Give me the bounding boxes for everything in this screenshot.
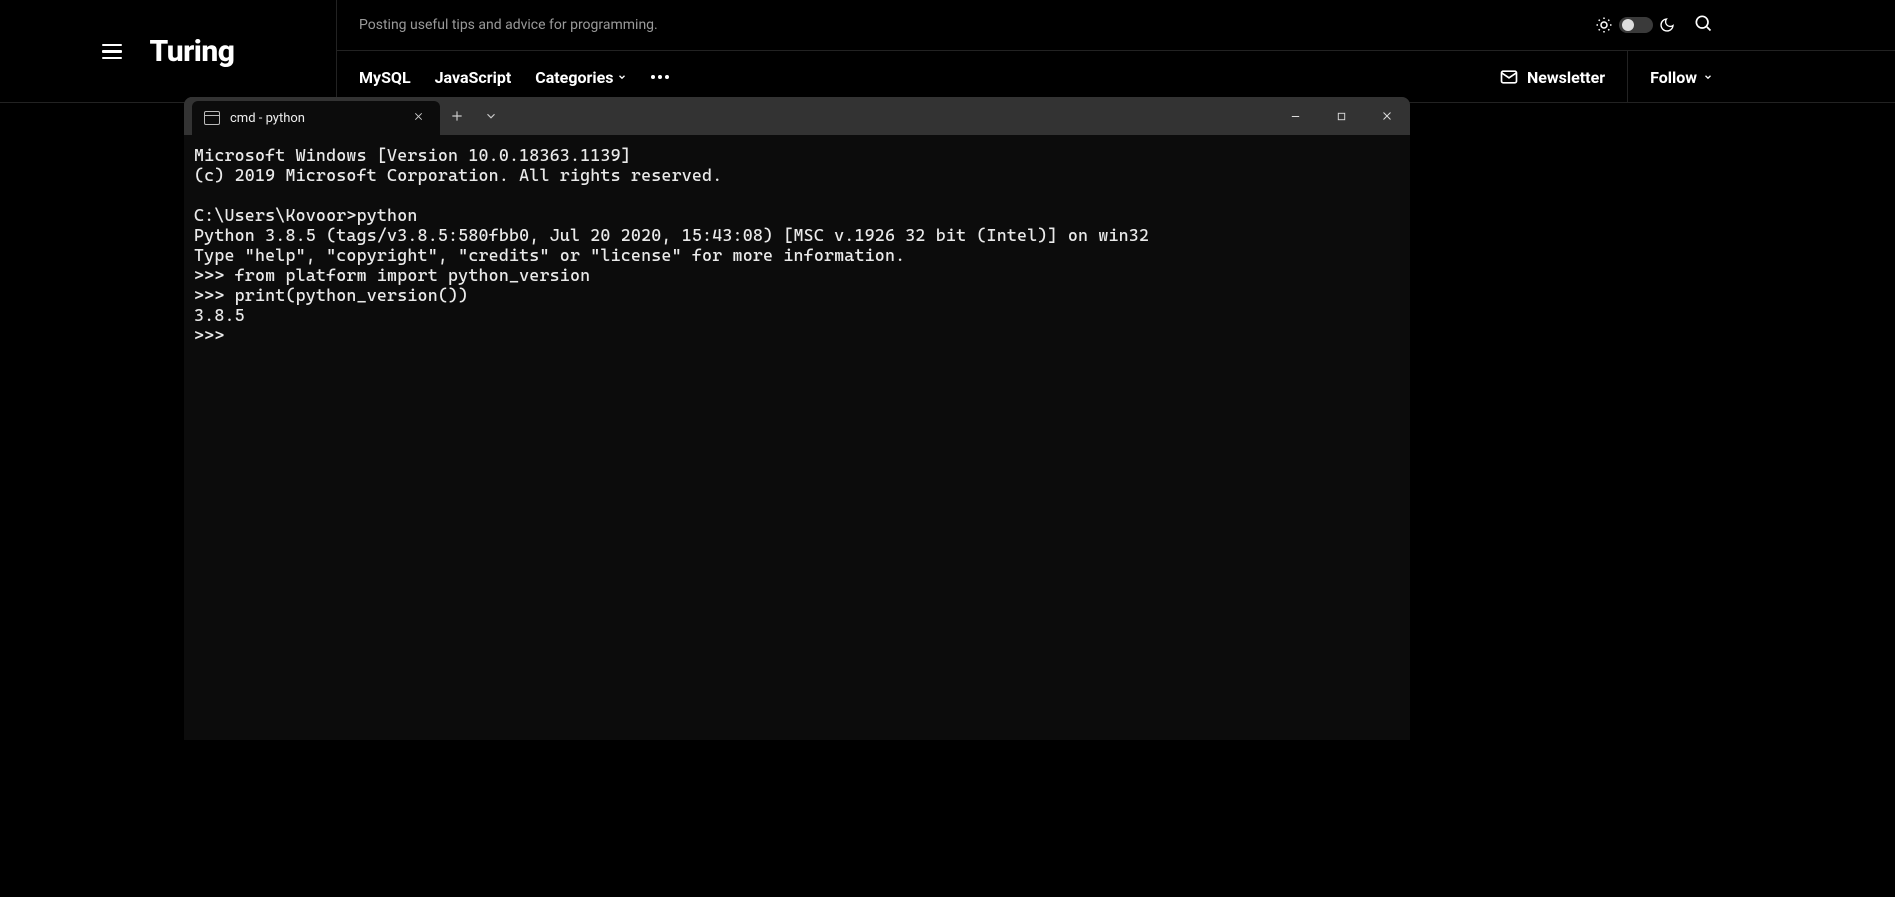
tab-dropdown-button[interactable]: [474, 97, 508, 135]
maximize-button[interactable]: [1318, 97, 1364, 135]
terminal-titlebar: cmd - python: [184, 97, 1410, 135]
follow-button[interactable]: Follow: [1628, 68, 1713, 87]
nav-item-mysql[interactable]: MySQL: [359, 68, 411, 87]
menu-icon[interactable]: [102, 44, 122, 60]
follow-label: Follow: [1650, 68, 1697, 87]
minimize-icon: [1290, 111, 1301, 122]
search-icon: [1693, 13, 1713, 33]
nav-item-categories[interactable]: Categories: [535, 68, 627, 87]
newsletter-button[interactable]: Newsletter: [1499, 51, 1628, 103]
chevron-down-icon: [1703, 72, 1713, 82]
nav-more-button[interactable]: [651, 75, 669, 79]
maximize-icon: [1336, 111, 1347, 122]
cmd-icon: [204, 111, 220, 125]
newsletter-label: Newsletter: [1527, 68, 1605, 87]
moon-icon: [1659, 17, 1675, 33]
nav-right: Newsletter Follow: [1499, 51, 1873, 103]
close-icon: [413, 111, 424, 122]
toggle-thumb: [1622, 19, 1634, 31]
terminal-window: cmd - python Microsoft Windows [: [184, 97, 1410, 740]
site-header-left: Turing: [0, 0, 337, 103]
mail-icon: [1499, 67, 1519, 87]
terminal-body[interactable]: Microsoft Windows [Version 10.0.18363.11…: [184, 135, 1410, 740]
site-logo[interactable]: Turing: [150, 34, 235, 69]
toggle-track[interactable]: [1619, 17, 1653, 33]
tagline-actions: [1595, 13, 1873, 37]
close-icon: [1381, 110, 1393, 122]
tab-close-button[interactable]: [409, 108, 428, 128]
plus-icon: [450, 109, 464, 123]
window-controls: [1272, 97, 1410, 135]
new-tab-button[interactable]: [440, 97, 474, 135]
terminal-tab-title: cmd - python: [230, 111, 399, 126]
theme-toggle[interactable]: [1595, 16, 1675, 34]
tagline-row: Posting useful tips and advice for progr…: [337, 0, 1895, 51]
site-tagline: Posting useful tips and advice for progr…: [359, 17, 658, 33]
chevron-down-icon: [484, 109, 498, 123]
close-window-button[interactable]: [1364, 97, 1410, 135]
titlebar-actions: [440, 97, 508, 135]
chevron-down-icon: [617, 72, 627, 82]
terminal-tab[interactable]: cmd - python: [192, 101, 440, 135]
sun-icon: [1595, 16, 1613, 34]
minimize-button[interactable]: [1272, 97, 1318, 135]
nav-row: MySQL JavaScript Categories Newsletter F…: [337, 51, 1895, 103]
titlebar-spacer: [184, 97, 192, 135]
site-header: Turing Posting useful tips and advice fo…: [0, 0, 1895, 103]
search-button[interactable]: [1693, 13, 1713, 37]
nav-left: MySQL JavaScript Categories: [359, 68, 669, 87]
site-header-right: Posting useful tips and advice for progr…: [337, 0, 1895, 103]
nav-item-label: Categories: [535, 68, 613, 87]
nav-item-javascript[interactable]: JavaScript: [435, 68, 512, 87]
